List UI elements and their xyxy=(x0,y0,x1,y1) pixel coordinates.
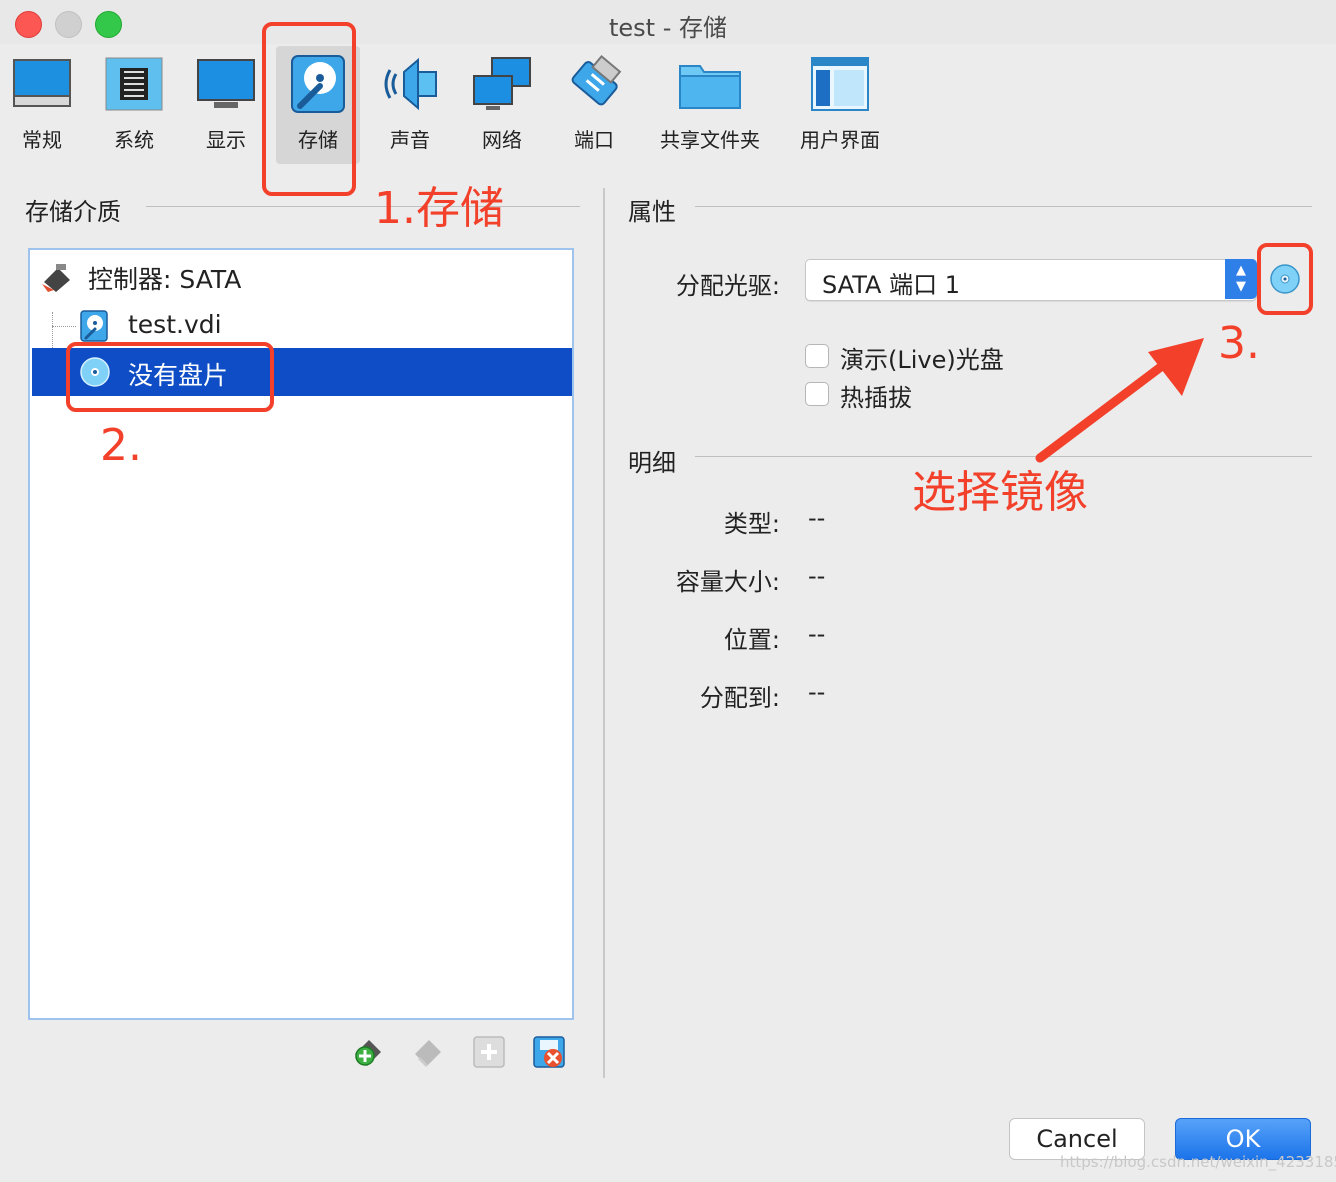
serial-port-icon xyxy=(571,54,622,106)
window-title: test - 存储 xyxy=(608,14,727,42)
annotation-step1: 1.存储 xyxy=(374,183,504,234)
watermark: https://blog.csdn.net/weixin_42331851 xyxy=(1060,1153,1336,1171)
hotplug-label: 热插拔 xyxy=(840,384,912,412)
annotation-arrow xyxy=(1035,338,1204,463)
optical-drive-select[interactable]: SATA 端口 1 ▲ ▼ xyxy=(805,259,1257,301)
storage-media-heading: 存储介质 xyxy=(25,198,121,226)
toolbar-label: 共享文件夹 xyxy=(660,128,760,152)
hotplug-checkbox[interactable] xyxy=(805,382,829,406)
toolbar-item-user-interface[interactable]: 用户界面 xyxy=(792,46,888,164)
monitor-general-icon xyxy=(13,59,71,107)
shared-folder-icon xyxy=(679,65,741,109)
detail-value: -- xyxy=(808,678,826,706)
display-icon xyxy=(197,59,255,108)
toolbar-label: 用户界面 xyxy=(800,128,880,152)
attributes-heading: 属性 xyxy=(628,198,676,226)
detail-value: -- xyxy=(808,562,826,590)
annotation-step3: 3. xyxy=(1218,318,1260,369)
title-bar: test - 存储 xyxy=(0,0,1336,44)
toolbar-item-shared-folders[interactable]: 共享文件夹 xyxy=(660,46,760,164)
toolbar-label: 端口 xyxy=(574,128,614,152)
chip-icon xyxy=(105,57,163,111)
detail-label: 类型: xyxy=(723,510,780,538)
toolbar-label: 显示 xyxy=(206,128,246,152)
controller-label[interactable]: 控制器: SATA xyxy=(88,260,241,296)
network-icon xyxy=(473,57,531,110)
divider xyxy=(146,206,580,207)
chevron-up-down-icon: ▲ ▼ xyxy=(1225,259,1257,299)
toolbar-item-network[interactable]: 网络 xyxy=(460,46,544,164)
hard-disk-icon xyxy=(80,310,108,342)
toolbar-item-ports[interactable]: 端口 xyxy=(552,46,636,164)
detail-label: 位置: xyxy=(723,626,780,654)
toolbar-item-system[interactable]: 系统 xyxy=(92,46,176,164)
toolbar-item-general[interactable]: 常规 xyxy=(0,46,84,164)
controller-icon xyxy=(42,264,70,292)
detail-value: -- xyxy=(808,620,826,648)
detail-label: 容量大小: xyxy=(675,568,780,596)
add-attachment-icon[interactable] xyxy=(471,1034,507,1070)
annotation-step2: 2. xyxy=(100,420,142,471)
optical-drive-label: 分配光驱: xyxy=(675,272,780,300)
toolbar-item-audio[interactable]: 声音 xyxy=(368,46,452,164)
live-cd-label: 演示(Live)光盘 xyxy=(840,346,1004,374)
toolbar-label: 网络 xyxy=(482,128,522,152)
speaker-icon xyxy=(384,57,437,111)
annotation-box-storage-tab xyxy=(262,22,356,196)
tree-item-label: test.vdi xyxy=(128,310,222,339)
add-controller-icon[interactable] xyxy=(351,1034,387,1070)
remove-attachment-icon[interactable] xyxy=(531,1034,567,1070)
details-heading: 明细 xyxy=(628,449,676,477)
detail-label: 分配到: xyxy=(699,684,780,712)
annotation-box-empty-disc xyxy=(66,342,274,412)
detail-value: -- xyxy=(808,504,826,532)
toolbar-item-display[interactable]: 显示 xyxy=(184,46,268,164)
user-interface-icon xyxy=(811,57,869,111)
toolbar-label: 常规 xyxy=(22,128,62,152)
remove-controller-icon[interactable] xyxy=(411,1034,447,1070)
toolbar-label: 系统 xyxy=(114,128,154,152)
annotation-box-choose-disk xyxy=(1257,243,1313,315)
live-cd-checkbox[interactable] xyxy=(805,344,829,368)
toolbar-label: 声音 xyxy=(390,128,430,152)
divider xyxy=(695,206,1312,207)
optical-drive-value: SATA 端口 1 xyxy=(822,271,960,299)
